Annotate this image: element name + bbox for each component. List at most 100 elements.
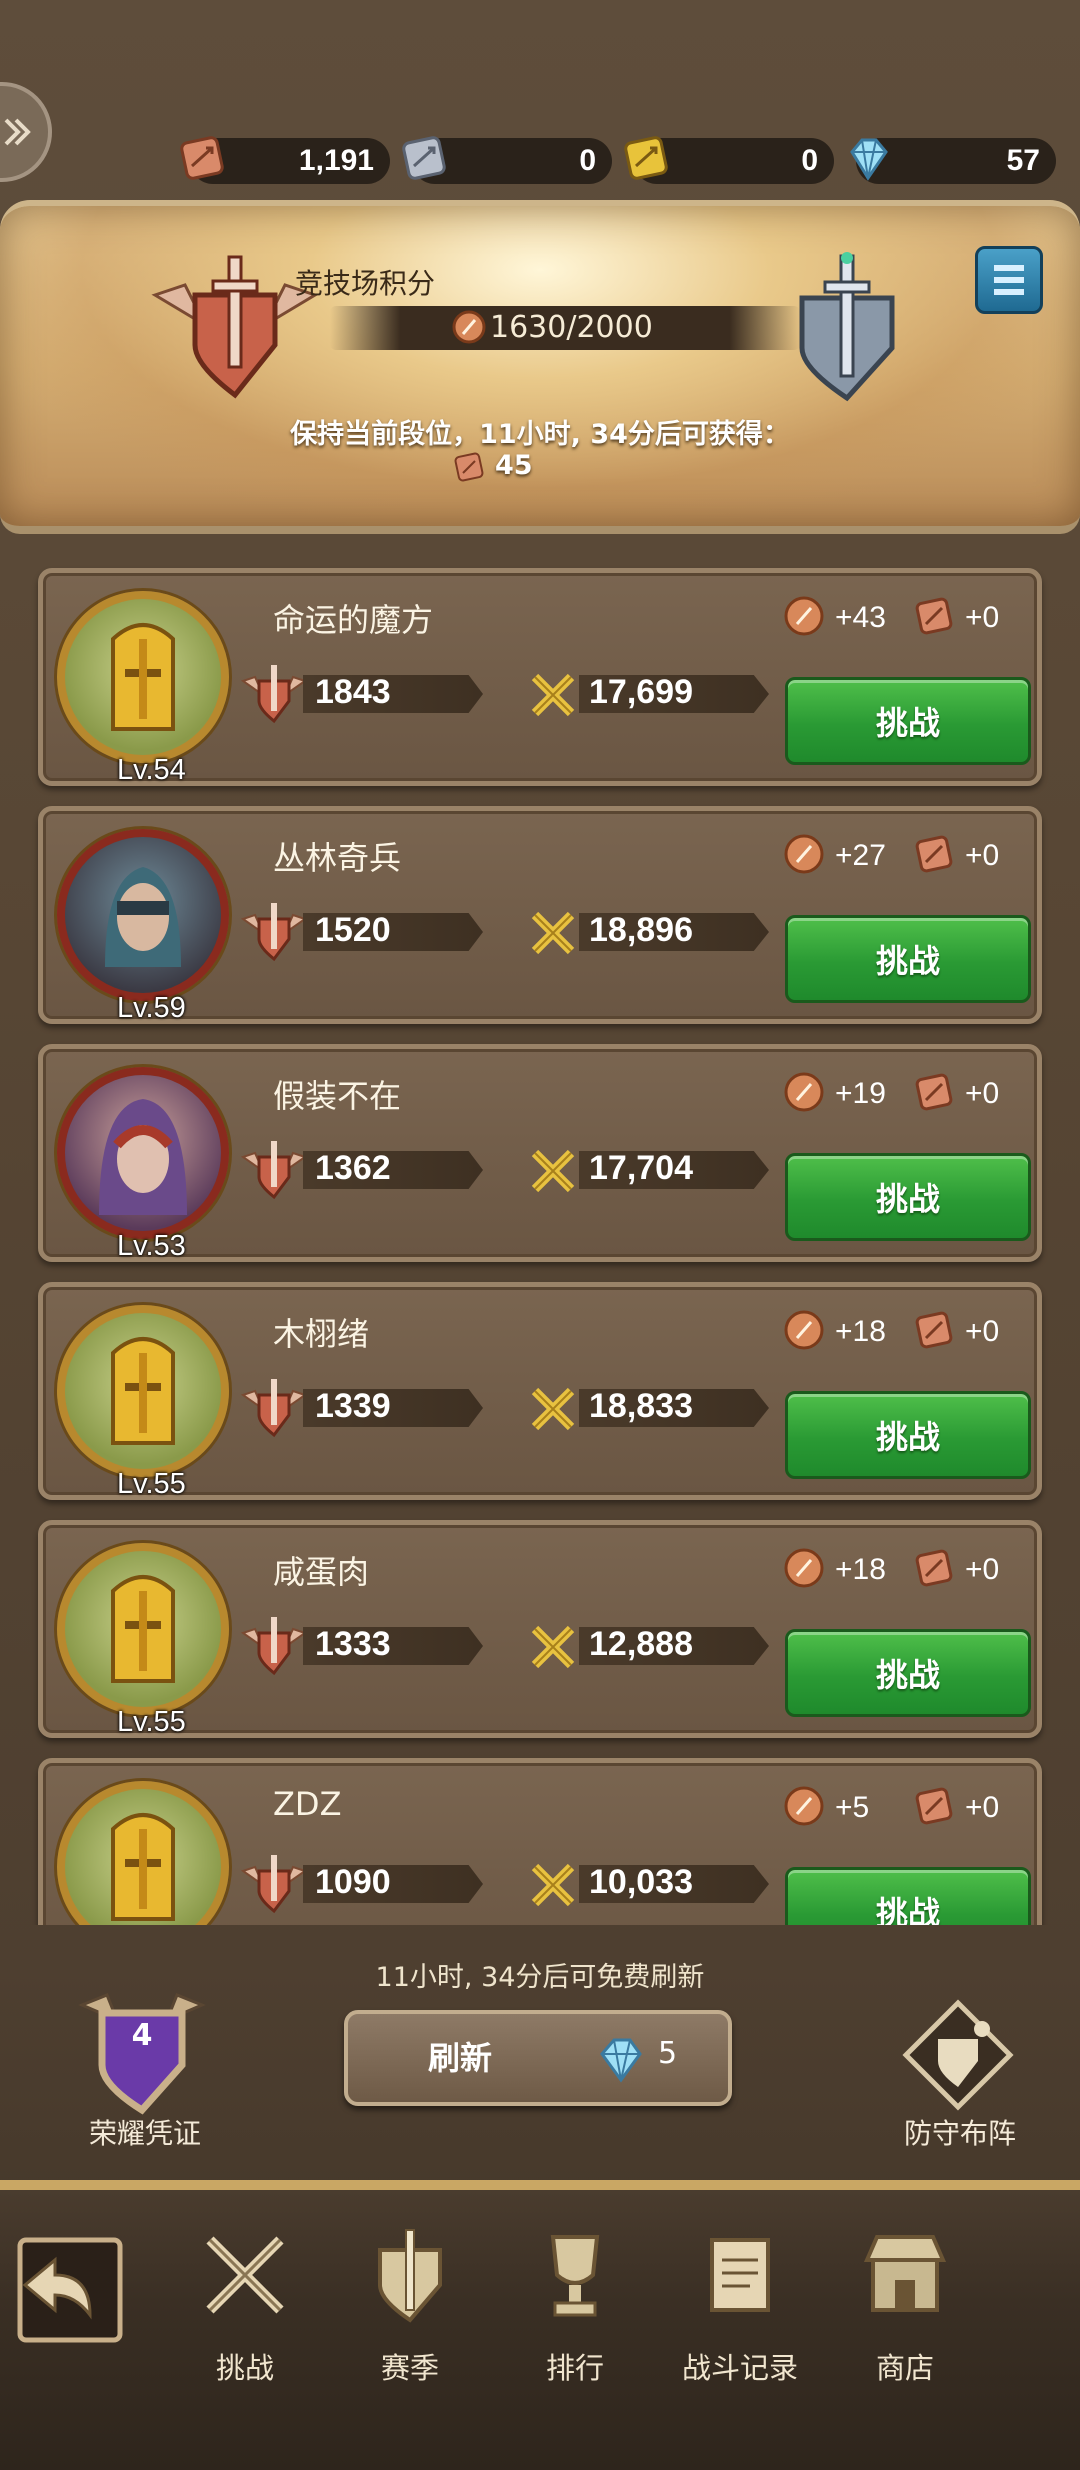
diamond-icon: [600, 2038, 642, 2083]
challenge-button[interactable]: 挑战: [785, 915, 1031, 1003]
nav-tab-battle-log[interactable]: 战斗记录: [665, 2225, 815, 2395]
crossed-swords-power-icon: [531, 673, 575, 717]
arena-score: 1630/2000: [490, 310, 653, 345]
rules-list-button[interactable]: [975, 246, 1043, 314]
opponent-card: ZDZ 1090 10,033 +5 +0 挑战: [38, 1758, 1042, 1925]
refresh-cost: 5: [658, 2036, 678, 2071]
opponent-level: Lv.53: [117, 1230, 186, 1262]
points-gain: +5: [835, 1791, 870, 1824]
challenge-button[interactable]: 挑战: [785, 677, 1031, 765]
opponent-card: Lv.59 丛林奇兵 1520 18,896 +27 +0 挑战: [38, 806, 1042, 1024]
opponent-name: 命运的魔方: [273, 601, 434, 639]
nav-tab-challenge[interactable]: 挑战: [170, 2225, 320, 2395]
ticket-gain: +0: [965, 1315, 1000, 1348]
currency-silver: 0: [402, 136, 612, 184]
arena-point-coin-icon: [452, 310, 486, 344]
ticket-gain: +0: [965, 1553, 1000, 1586]
nav-label: 战斗记录: [681, 2351, 798, 2385]
points-gain: +19: [835, 1077, 886, 1110]
opponent-rating: 1843: [315, 673, 391, 711]
opponent-avatar[interactable]: [57, 1781, 229, 1925]
bronze-rank-crest-icon: [240, 665, 308, 724]
opponent-level: Lv.55: [117, 1468, 186, 1500]
challenge-button[interactable]: 挑战: [785, 1867, 1031, 1925]
arena-point-coin-icon: [784, 834, 824, 874]
currency-value: 1,191: [298, 144, 374, 177]
hooded-rogue-avatar-icon: [99, 1099, 187, 1215]
arena-points-title: 竞技场积分: [295, 267, 436, 300]
list-icon: [994, 265, 1024, 295]
nav-label: 挑战: [215, 2351, 274, 2385]
opponent-level: Lv.54: [117, 754, 186, 786]
points-gain: +27: [835, 839, 886, 872]
arena-point-coin-icon: [784, 596, 824, 636]
double-chevron-icon: [4, 118, 31, 146]
opponent-name: ZDZ: [273, 1785, 342, 1823]
nav-tab-shop[interactable]: 商店: [830, 2225, 980, 2395]
ticket-gain: +0: [965, 1077, 1000, 1110]
currency-value: 57: [1006, 144, 1040, 177]
refresh-label: 刷新: [428, 2039, 493, 2077]
arena-point-coin-icon: [784, 1786, 824, 1826]
opponent-avatar[interactable]: Lv.53: [57, 1067, 229, 1262]
gold-ticket-icon: [624, 136, 668, 180]
ticket-gain: +0: [965, 601, 1000, 634]
opponent-avatar[interactable]: Lv.59: [57, 829, 229, 1024]
shield-sword-icon: [378, 2229, 442, 2323]
currency-value: 0: [801, 144, 818, 177]
arena-point-coin-icon: [784, 1072, 824, 1112]
currency-copper: 1,191: [180, 136, 390, 184]
opponent-avatar[interactable]: Lv.54: [57, 591, 229, 786]
reward-countdown-text: 保持当前段位，11小时, 34分后可获得：: [290, 419, 790, 450]
ticket-gain: +0: [965, 839, 1000, 872]
diamond-icon: [850, 138, 888, 181]
glory-badge-count: 4: [131, 2018, 153, 2053]
silver-rank-crest-icon: [799, 252, 895, 402]
golden-knight-avatar-icon: [111, 1813, 175, 1921]
opponent-rating: 1090: [315, 1863, 391, 1901]
opponent-avatar[interactable]: Lv.55: [57, 1543, 229, 1738]
copper-ticket-icon: [915, 1787, 953, 1825]
masked-archer-avatar-icon: [105, 867, 181, 967]
opponent-power: 10,033: [589, 1863, 693, 1901]
opponent-level: Lv.55: [117, 1706, 186, 1738]
scroll-icon: [710, 2238, 770, 2312]
golden-knight-avatar-icon: [111, 1575, 175, 1683]
opponent-name: 木栩绪: [273, 1315, 370, 1353]
opponent-power: 18,833: [589, 1387, 693, 1425]
bronze-rank-crest-icon: [240, 1379, 308, 1438]
trophy-icon: [550, 2235, 600, 2317]
arena-point-coin-icon: [784, 1548, 824, 1588]
points-gain: +18: [835, 1553, 886, 1586]
golden-knight-avatar-icon: [111, 623, 175, 731]
copper-ticket-icon: [915, 835, 953, 873]
nav-tab-ranking[interactable]: 排行: [500, 2225, 650, 2395]
golden-knight-avatar-icon: [111, 1337, 175, 1445]
nav-tab-season[interactable]: 赛季: [335, 2225, 485, 2395]
crossed-swords-power-icon: [531, 1625, 575, 1669]
opponent-level: Lv.59: [117, 992, 186, 1024]
copper-ticket-icon: [454, 452, 484, 482]
opponent-avatar[interactable]: Lv.55: [57, 1305, 229, 1500]
challenge-button[interactable]: 挑战: [785, 1391, 1031, 1479]
opponent-card: Lv.54 命运的魔方 1843 17,699 +43 +0 挑战: [38, 568, 1042, 786]
bronze-rank-crest-icon: [240, 903, 308, 962]
opponent-power: 17,699: [589, 673, 693, 711]
ticket-gain: +0: [965, 1791, 1000, 1824]
challenge-button[interactable]: 挑战: [785, 1629, 1031, 1717]
opponent-card: Lv.55 木栩绪 1339 18,833 +18 +0 挑战: [38, 1282, 1042, 1500]
glory-badge-label: 荣耀凭证: [88, 2117, 201, 2150]
opponent-power: 12,888: [589, 1625, 693, 1663]
crossed-swords-power-icon: [531, 1149, 575, 1193]
copper-ticket-icon: [915, 1549, 953, 1587]
back-arrow-icon[interactable]: [0, 2220, 140, 2360]
refresh-button[interactable]: 刷新 5: [344, 2010, 732, 2106]
opponent-rating: 1339: [315, 1387, 391, 1425]
nav-label: 排行: [545, 2351, 604, 2385]
copper-ticket-icon: [180, 136, 224, 180]
nav-label: 赛季: [380, 2351, 439, 2385]
opponent-list[interactable]: Lv.54 命运的魔方 1843 17,699 +43 +0 挑战 Lv.59 …: [18, 540, 1062, 1925]
opponent-name: 假装不在: [273, 1077, 402, 1115]
defense-shield-icon[interactable]: [898, 1995, 1018, 2115]
challenge-button[interactable]: 挑战: [785, 1153, 1031, 1241]
